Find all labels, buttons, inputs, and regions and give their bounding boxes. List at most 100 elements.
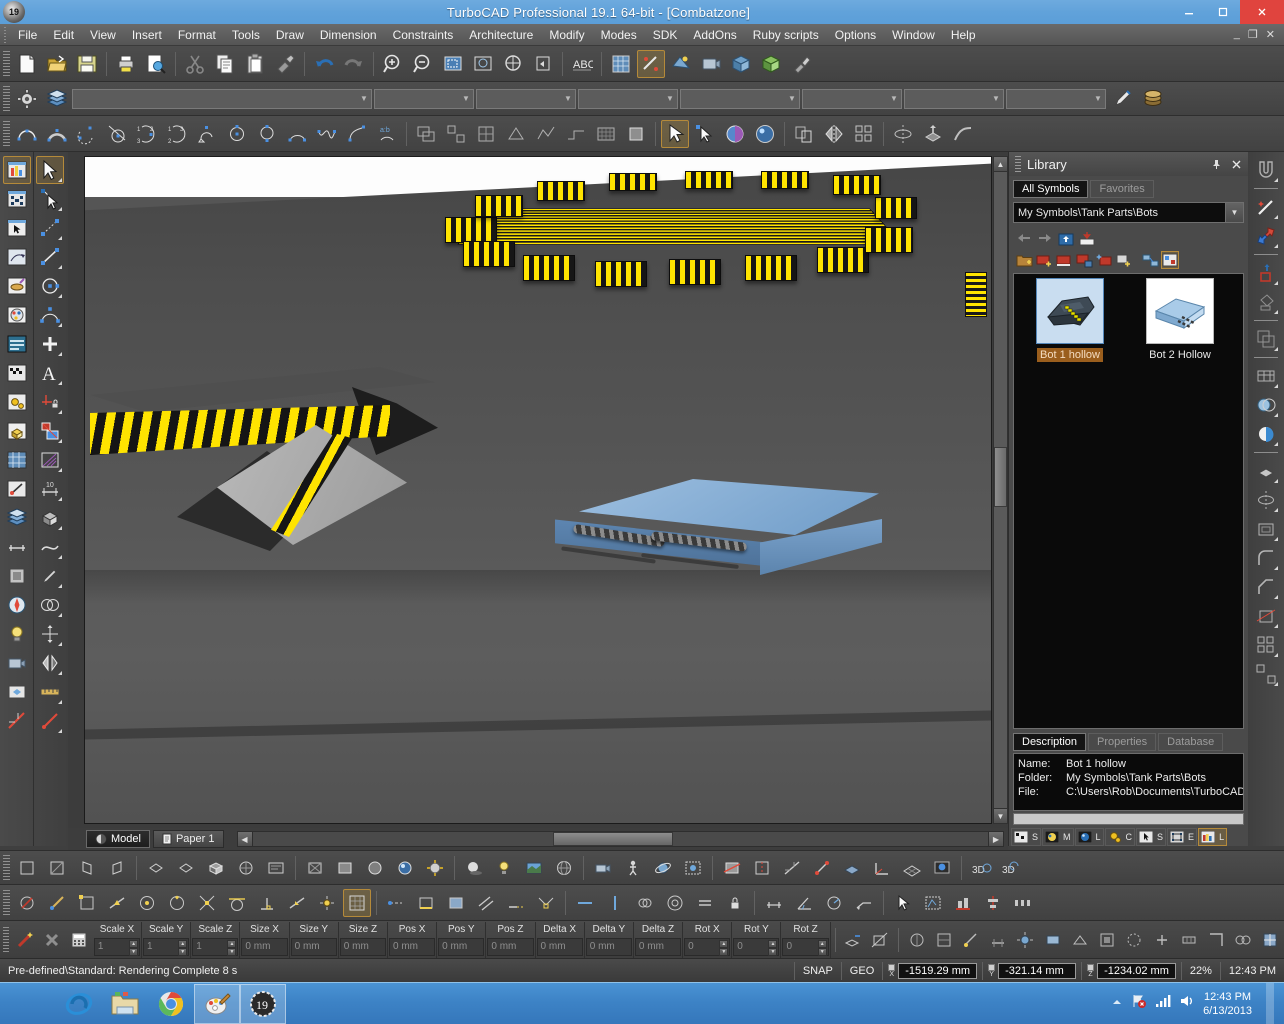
scale-mode-icon[interactable]	[868, 926, 893, 954]
profile-icon[interactable]	[562, 120, 590, 148]
sidebar-measure-icon[interactable]	[3, 707, 31, 735]
show-desktop-button[interactable]	[1266, 983, 1274, 1024]
sidebar-view-icon[interactable]	[3, 678, 31, 706]
delta-y-input[interactable]: 0 mm	[586, 938, 632, 956]
pin-icon[interactable]	[1208, 156, 1224, 172]
view-named-icon[interactable]	[262, 854, 290, 882]
spinner-control[interactable]: ▲▼	[178, 940, 187, 954]
snap-apparent-icon[interactable]	[532, 889, 560, 917]
magic-wand-icon[interactable]	[12, 926, 37, 954]
shell-icon[interactable]	[1252, 515, 1280, 543]
tab-paper-1[interactable]: Paper 1	[153, 830, 224, 848]
view-left-icon[interactable]	[73, 854, 101, 882]
symbol-options-icon[interactable]	[1141, 251, 1159, 269]
mdi-minimize-button[interactable]: _	[1231, 28, 1243, 41]
snap-midpoint-icon[interactable]	[103, 889, 131, 917]
chamfer-icon[interactable]	[1252, 573, 1280, 601]
linewidth-combo[interactable]: ▼	[578, 89, 678, 109]
textstyle-combo[interactable]: ▼	[904, 89, 1004, 109]
scroll-right-arrow-icon[interactable]: ▶	[988, 831, 1004, 847]
tool-fill-icon[interactable]	[36, 417, 64, 445]
tool-constraint-icon[interactable]	[36, 388, 64, 416]
tool-select-arrow-icon[interactable]	[36, 156, 64, 184]
menu-format[interactable]: Format	[170, 26, 224, 44]
zoom-in-icon[interactable]	[379, 50, 407, 78]
volume-icon[interactable]	[1179, 994, 1195, 1013]
scale-z-input[interactable]: 1 ▲▼	[192, 938, 238, 956]
prop-icon-11[interactable]	[1176, 926, 1201, 954]
text-icon[interactable]: ABC	[568, 50, 596, 78]
menu-help[interactable]: Help	[943, 26, 984, 44]
array-icon[interactable]	[850, 120, 878, 148]
menu-grip[interactable]	[2, 26, 10, 44]
extrude-solid-icon[interactable]	[1252, 457, 1280, 485]
sidebar-palette-icon[interactable]	[3, 156, 31, 184]
tool-boolean-icon[interactable]	[36, 591, 64, 619]
view-bottom-icon[interactable]	[172, 854, 200, 882]
list-item[interactable]: Bot 2 Hollow	[1128, 278, 1232, 362]
sidebar-render-icon[interactable]	[3, 359, 31, 387]
dimstyle-combo[interactable]: ▼	[1006, 89, 1106, 109]
maximize-button[interactable]	[1206, 0, 1240, 24]
light-icon[interactable]	[757, 50, 785, 78]
undo-icon[interactable]	[310, 50, 338, 78]
curve-spline-icon[interactable]	[223, 120, 251, 148]
calculator-icon[interactable]	[67, 926, 92, 954]
spinner-control[interactable]: ▲▼	[768, 940, 777, 954]
overlap-shapes-icon[interactable]	[1252, 325, 1280, 353]
arc-tangent-icon[interactable]	[103, 120, 131, 148]
snap-reference-icon[interactable]	[382, 889, 410, 917]
block-icon[interactable]	[472, 120, 500, 148]
symbol-icon[interactable]	[502, 120, 530, 148]
snap-toolbar-grip[interactable]	[3, 890, 10, 916]
constraint-equal-icon[interactable]	[691, 889, 719, 917]
prop-icon-14[interactable]	[1258, 926, 1283, 954]
snap-center-icon[interactable]	[133, 889, 161, 917]
copy-entity-icon[interactable]	[790, 120, 818, 148]
camera-icon[interactable]	[697, 50, 725, 78]
mdi-restore-button[interactable]: ❐	[1245, 28, 1261, 41]
pos-y-input[interactable]: 0 mm	[438, 938, 484, 956]
curve-formula-icon[interactable]: a:b	[373, 120, 401, 148]
3d-view-icon[interactable]: 3D	[967, 854, 995, 882]
raytrace-icon[interactable]	[421, 854, 449, 882]
rot-z-input[interactable]: 0 ▲▼	[782, 938, 828, 956]
taskbar-clock[interactable]: 12:43 PM 6/13/2013	[1203, 990, 1252, 1018]
spinner-control[interactable]: ▲▼	[129, 940, 138, 954]
explode-solid-icon[interactable]	[1252, 660, 1280, 688]
rot-y-input[interactable]: 0 ▲▼	[733, 938, 779, 956]
snap-parallel-icon[interactable]	[472, 889, 500, 917]
library-path-combo[interactable]: My Symbols\Tank Parts\Bots ▼	[1013, 202, 1244, 223]
bot1-thumbnail[interactable]	[1036, 278, 1104, 344]
view-front-icon[interactable]	[13, 854, 41, 882]
distribute-icon[interactable]	[1009, 889, 1037, 917]
menu-edit[interactable]: Edit	[45, 26, 82, 44]
snap-face-icon[interactable]	[442, 889, 470, 917]
sidebar-dimension-icon[interactable]	[3, 533, 31, 561]
grid-icon[interactable]	[607, 50, 635, 78]
sidebar-light-icon[interactable]	[3, 620, 31, 648]
add-symbol-icon[interactable]	[1115, 251, 1133, 269]
zoom-level[interactable]: 22%	[1181, 962, 1220, 980]
pattern-icon[interactable]	[1252, 631, 1280, 659]
snap-none-icon[interactable]	[13, 889, 41, 917]
layer-combo[interactable]: ▼	[72, 89, 372, 109]
workplane-icon[interactable]	[838, 854, 866, 882]
paint-bucket-icon[interactable]	[1252, 288, 1280, 316]
select-arrow-icon[interactable]	[661, 120, 689, 148]
tool-mirror-icon[interactable]	[36, 649, 64, 677]
3d-rotate-icon[interactable]: 3D	[997, 854, 1025, 882]
sidebar-color-icon[interactable]	[3, 301, 31, 329]
menu-modify[interactable]: Modify	[541, 26, 592, 44]
sidebar-camera-icon[interactable]	[3, 649, 31, 677]
tool-surface-icon[interactable]	[36, 533, 64, 561]
curve-toolbar-grip[interactable]	[3, 121, 10, 147]
constraint-vertical-icon[interactable]	[601, 889, 629, 917]
ucs-icon[interactable]	[868, 854, 896, 882]
dimension-linear-icon[interactable]	[760, 889, 788, 917]
prop-icon-4[interactable]	[986, 926, 1011, 954]
menu-draw[interactable]: Draw	[268, 26, 312, 44]
property-bar-grip[interactable]	[3, 927, 9, 953]
tool-line-segment-icon[interactable]	[36, 214, 64, 242]
add-library-icon[interactable]	[1035, 251, 1053, 269]
